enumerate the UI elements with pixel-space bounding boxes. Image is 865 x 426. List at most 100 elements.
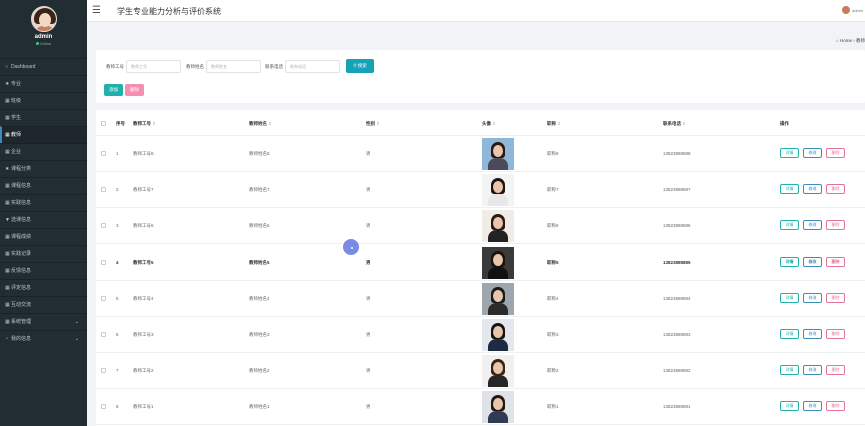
batch-delete-button[interactable]: 删除 bbox=[125, 84, 144, 96]
sidebar-item[interactable]: ▦互动交流 bbox=[0, 296, 87, 313]
col-avatar[interactable]: 头像⇕ bbox=[482, 121, 496, 127]
row-checkbox[interactable] bbox=[101, 259, 106, 265]
cell-gender: 男 bbox=[366, 404, 371, 410]
sidebar-item[interactable]: ▦反馈信息 bbox=[0, 262, 87, 279]
edit-button[interactable]: 修改 bbox=[803, 256, 822, 267]
add-button[interactable]: 添加 bbox=[104, 84, 123, 96]
sort-icon: ⇕ bbox=[492, 121, 496, 126]
detail-button[interactable]: 详情 bbox=[780, 401, 799, 412]
detail-button[interactable]: 详情 bbox=[780, 365, 799, 376]
delete-button[interactable]: 删除 bbox=[826, 184, 845, 195]
table-row[interactable]: 5 教师工号4 教师姓名4 男 职称4 13823888884 详情 修改 删除 bbox=[96, 281, 865, 317]
col-index: 序号 bbox=[116, 121, 125, 126]
sidebar-item[interactable]: ▦教师 bbox=[0, 126, 87, 143]
sidebar-item-label: 系统管理 bbox=[11, 319, 32, 325]
edit-button[interactable]: 修改 bbox=[803, 365, 822, 376]
col-title[interactable]: 职称⇕ bbox=[547, 121, 561, 127]
table-row[interactable]: 7 教师工号2 教师姓名2 男 职称2 13823888882 详情 修改 删除 bbox=[96, 353, 865, 390]
teacher-photo[interactable] bbox=[482, 355, 514, 388]
col-gender[interactable]: 性别⇕ bbox=[366, 121, 380, 127]
detail-button[interactable]: 详情 bbox=[780, 148, 799, 158]
row-checkbox[interactable] bbox=[101, 404, 106, 410]
teacher-photo[interactable] bbox=[482, 138, 514, 170]
row-checkbox[interactable] bbox=[101, 187, 106, 193]
cell-teacher-name: 教师姓名6 bbox=[249, 223, 270, 229]
sidebar-item-label: 班级 bbox=[11, 98, 22, 104]
sidebar-item[interactable]: ▦课程成绩 bbox=[0, 228, 87, 245]
edit-button[interactable]: 修改 bbox=[803, 292, 822, 303]
phone-input[interactable]: 联系电话 bbox=[285, 60, 340, 73]
edit-button[interactable]: 修改 bbox=[803, 220, 822, 231]
sidebar-item[interactable]: ▦实践信息 bbox=[0, 194, 87, 211]
chevron-down-icon: ⌄ bbox=[74, 319, 79, 325]
cell-index: 5 bbox=[116, 295, 119, 301]
cell-title: 职称1 bbox=[547, 404, 559, 410]
cell-title: 职称2 bbox=[547, 368, 559, 374]
table-row[interactable]: 6 教师工号3 教师姓名3 男 职称3 13823888883 详情 修改 删除 bbox=[96, 317, 865, 353]
select-all-checkbox[interactable] bbox=[101, 121, 106, 126]
delete-button[interactable]: 删除 bbox=[826, 292, 845, 303]
teacher-photo[interactable] bbox=[482, 174, 514, 207]
cell-teacher-name: 教师姓名8 bbox=[249, 151, 270, 156]
detail-button[interactable]: 详情 bbox=[780, 220, 799, 231]
detail-button[interactable]: 详情 bbox=[780, 292, 799, 303]
sidebar-item[interactable]: ▦评定信息 bbox=[0, 279, 87, 296]
table-row[interactable]: 3 教师工号6 教师姓名6 男 职称6 13823888886 详情 修改 删除 bbox=[96, 208, 865, 245]
sidebar-item[interactable]: ◔ 我的信息 ⌄ bbox=[0, 330, 87, 347]
delete-button[interactable]: 删除 bbox=[826, 220, 845, 231]
col-teacher-id[interactable]: 教师工号⇕ bbox=[133, 121, 156, 127]
sidebar-item[interactable]: ○ Dashboard bbox=[0, 58, 87, 75]
sidebar-item[interactable]: ★ 专业 bbox=[0, 75, 87, 92]
delete-button[interactable]: 删除 bbox=[826, 329, 845, 339]
row-checkbox[interactable] bbox=[101, 368, 106, 374]
row-checkbox[interactable] bbox=[101, 332, 106, 337]
teacher-photo[interactable] bbox=[482, 319, 514, 351]
detail-button[interactable]: 详情 bbox=[780, 184, 799, 195]
menu-toggle-icon[interactable]: ☰ bbox=[92, 5, 101, 17]
col-actions: 操作 bbox=[780, 121, 789, 126]
search-button[interactable]: ⚲ 搜索 bbox=[346, 59, 374, 73]
sidebar-item[interactable]: ▦实践记录 bbox=[0, 245, 87, 262]
table-row[interactable]: 4 教师工号5 教师姓名5 男 职称5 13823888885 详情 修改 删除 bbox=[96, 245, 865, 281]
row-checkbox[interactable] bbox=[101, 295, 106, 301]
online-dot-icon bbox=[35, 42, 39, 46]
breadcrumb: ⌂ Home › 教师 bbox=[836, 38, 865, 44]
teacher-photo[interactable] bbox=[482, 282, 514, 315]
teacher-photo[interactable] bbox=[482, 246, 514, 279]
sidebar-item[interactable]: ▦系统管理 ⌄ bbox=[0, 313, 87, 330]
table-row[interactable]: 8 教师工号1 教师姓名1 男 职称1 13823888881 详情 修改 删除 bbox=[96, 389, 865, 426]
delete-button[interactable]: 删除 bbox=[826, 401, 845, 412]
edit-button[interactable]: 修改 bbox=[803, 401, 822, 412]
sidebar-item[interactable]: ▦企业 bbox=[0, 143, 87, 160]
cell-phone: 13823888888 bbox=[663, 151, 691, 156]
sidebar-item[interactable]: ▼选课信息 bbox=[0, 211, 87, 228]
col-phone[interactable]: 联系电话⇕ bbox=[663, 121, 686, 127]
sidebar-item[interactable]: ▦班级 bbox=[0, 92, 87, 109]
table-row[interactable]: 1 教师工号8 教师姓名8 男 职称8 13823888888 详情 修改 删除 bbox=[96, 136, 865, 172]
breadcrumb-home[interactable]: Home bbox=[840, 38, 852, 43]
row-checkbox[interactable] bbox=[101, 223, 106, 229]
teacher-photo[interactable] bbox=[482, 391, 514, 424]
cell-phone: 13823888881 bbox=[663, 404, 691, 410]
detail-button[interactable]: 详情 bbox=[780, 329, 799, 339]
sidebar-item-label: Dashboard bbox=[11, 64, 36, 70]
header-user[interactable]: admin bbox=[842, 6, 863, 14]
sidebar-item[interactable]: ★ 课程分类 bbox=[0, 160, 87, 177]
teacher-photo[interactable] bbox=[482, 210, 514, 243]
edit-button[interactable]: 修改 bbox=[803, 148, 822, 158]
detail-button[interactable]: 详情 bbox=[780, 256, 799, 267]
delete-button[interactable]: 删除 bbox=[826, 148, 845, 158]
delete-button[interactable]: 删除 bbox=[826, 365, 845, 376]
edit-button[interactable]: 修改 bbox=[803, 184, 822, 195]
sidebar-item[interactable]: ▦学生 bbox=[0, 109, 87, 126]
teacher-id-input[interactable]: 教师工号 bbox=[126, 60, 181, 73]
sidebar-item[interactable]: ▦课程信息 bbox=[0, 177, 87, 194]
sidebar-item-label: 互动交流 bbox=[11, 302, 32, 308]
teacher-name-input[interactable]: 教师姓名 bbox=[206, 60, 261, 73]
col-teacher-name[interactable]: 教师姓名⇕ bbox=[249, 121, 272, 127]
table-row[interactable]: 2 教师工号7 教师姓名7 男 职称7 13823888887 详情 修改 删除 bbox=[96, 172, 865, 209]
edit-button[interactable]: 修改 bbox=[803, 329, 822, 339]
delete-button[interactable]: 删除 bbox=[826, 256, 845, 267]
row-checkbox[interactable] bbox=[101, 151, 106, 156]
sidebar-item-label: 课程分类 bbox=[11, 166, 32, 172]
